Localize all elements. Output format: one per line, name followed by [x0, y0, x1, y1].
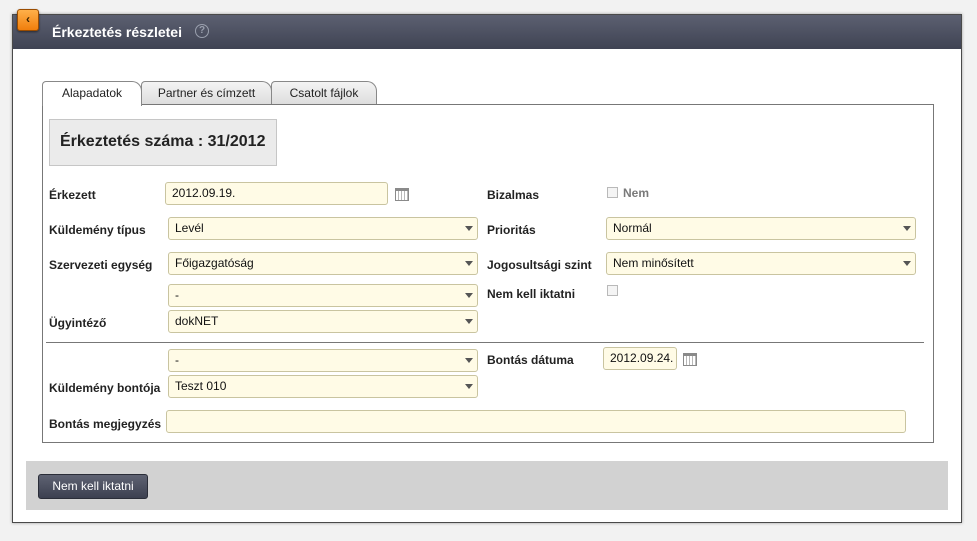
- title-bar: Érkeztetés részletei ?: [13, 15, 961, 49]
- ugyintezo-label: Ügyintéző: [49, 316, 107, 330]
- jogosultsagi-szint-select[interactable]: Nem minősített: [606, 252, 916, 275]
- szervezeti-egyseg-select[interactable]: Főigazgatóság: [168, 252, 478, 275]
- footer-bar: Nem kell iktatni: [26, 461, 948, 510]
- calendar-icon[interactable]: [395, 188, 409, 201]
- szervezeti-egyseg-value: Főigazgatóság: [175, 256, 254, 270]
- tab-partner-es-cimzett[interactable]: Partner és címzett: [141, 81, 272, 105]
- tab-alapadatok[interactable]: Alapadatok: [42, 81, 142, 106]
- prioritas-label: Prioritás: [487, 223, 536, 237]
- tab-panel-alapadatok: Érkeztetés száma : 31/2012 Érkezett 2012…: [42, 104, 934, 443]
- kuldemeny-bontoja-label: Küldemény bontója: [49, 381, 161, 395]
- chevron-down-icon: [465, 358, 473, 363]
- jogosultsagi-szint-value: Nem minősített: [613, 256, 694, 270]
- bizalmas-checkbox[interactable]: [607, 187, 618, 198]
- bontas-megjegyzes-label: Bontás megjegyzés: [49, 417, 162, 431]
- ugyintezo-select[interactable]: dokNET: [168, 310, 478, 333]
- back-button[interactable]: ‹: [17, 9, 39, 31]
- chevron-down-icon: [465, 319, 473, 324]
- szervezeti-egyseg-sub-select[interactable]: -: [168, 284, 478, 307]
- szervezeti-egyseg-label: Szervezeti egység: [49, 258, 153, 272]
- ugyintezo-value: dokNET: [175, 314, 219, 328]
- nem-kell-iktatni-button[interactable]: Nem kell iktatni: [38, 474, 148, 499]
- bontoja-sub-value: -: [175, 353, 179, 367]
- bontas-datuma-field[interactable]: 2012.09.24.: [603, 347, 677, 370]
- erkezett-label: Érkezett: [49, 188, 96, 202]
- help-icon[interactable]: ?: [195, 24, 209, 38]
- chevron-down-icon: [465, 293, 473, 298]
- bontoja-sub-select[interactable]: -: [168, 349, 478, 372]
- dialog-title: Érkeztetés részletei: [52, 24, 182, 40]
- chevron-down-icon: [465, 261, 473, 266]
- nem-kell-iktatni-label: Nem kell iktatni: [487, 287, 576, 301]
- kuldemeny-tipus-value: Levél: [175, 221, 204, 235]
- header-box: Érkeztetés száma : 31/2012: [49, 119, 277, 166]
- bontas-megjegyzes-field[interactable]: [166, 410, 906, 433]
- chevron-down-icon: [903, 226, 911, 231]
- section-divider: [46, 342, 924, 343]
- dialog-window: Érkeztetés részletei ? ‹ Alapadatok Part…: [12, 9, 962, 523]
- calendar-icon[interactable]: [683, 353, 697, 366]
- kuldemeny-bontoja-select[interactable]: Teszt 010: [168, 375, 478, 398]
- jogosultsagi-szint-label: Jogosultsági szint: [487, 258, 592, 272]
- kuldemeny-tipus-select[interactable]: Levél: [168, 217, 478, 240]
- szervezeti-egyseg-sub-value: -: [175, 288, 179, 302]
- kuldemeny-tipus-label: Küldemény típus: [49, 223, 146, 237]
- chevron-down-icon: [465, 384, 473, 389]
- chevron-down-icon: [465, 226, 473, 231]
- bizalmas-label: Bizalmas: [487, 188, 540, 202]
- tab-csatolt-fajlok[interactable]: Csatolt fájlok: [271, 81, 377, 105]
- kuldemeny-bontoja-value: Teszt 010: [175, 379, 227, 393]
- prioritas-value: Normál: [613, 221, 652, 235]
- page-title: Érkeztetés száma : 31/2012: [60, 133, 266, 150]
- nem-kell-iktatni-checkbox[interactable]: [607, 285, 618, 296]
- erkezett-date-field[interactable]: 2012.09.19.: [165, 182, 388, 205]
- prioritas-select[interactable]: Normál: [606, 217, 916, 240]
- bizalmas-checkbox-label: Nem: [623, 186, 650, 200]
- chevron-down-icon: [903, 261, 911, 266]
- bontas-datuma-label: Bontás dátuma: [487, 353, 574, 367]
